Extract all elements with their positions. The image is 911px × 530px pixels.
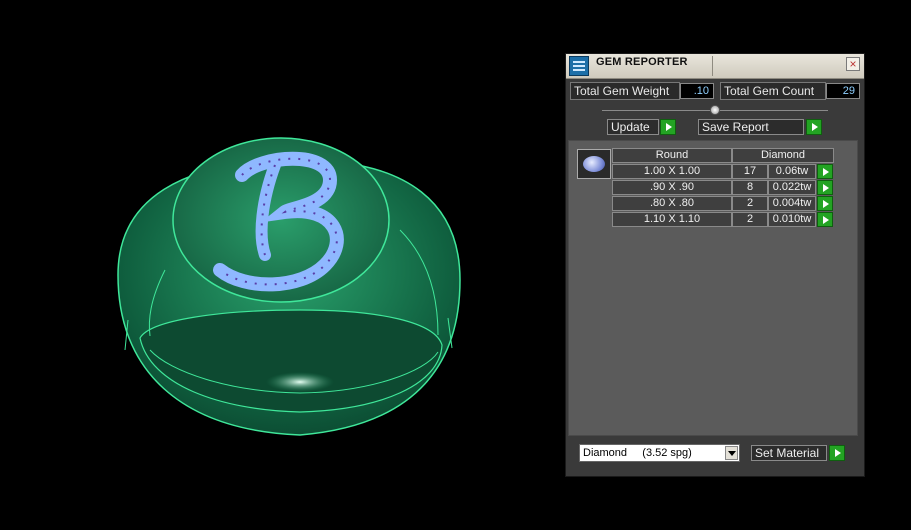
row-2-weight: 0.022tw [768, 180, 816, 195]
update-arrow-icon[interactable] [660, 119, 676, 135]
3d-viewport[interactable] [0, 0, 560, 525]
material-dropdown-value: Diamond (3.52 spg) [583, 447, 692, 459]
save-report-arrow-icon[interactable] [806, 119, 822, 135]
update-button[interactable]: Update [607, 119, 659, 135]
gem-reporter-icon [569, 56, 589, 76]
round-gem-icon[interactable] [577, 149, 611, 179]
gem-list-area: Round Diamond 1.00 X 1.00 17 0.06tw .90 … [568, 140, 858, 436]
row-4-size: 1.10 X 1.10 [612, 212, 732, 227]
row-3-count: 2 [732, 196, 768, 211]
material-dropdown[interactable]: Diamond (3.52 spg) [579, 444, 740, 462]
panel-splitter-handle[interactable] [710, 105, 720, 115]
panel-title: GEM REPORTER [596, 56, 688, 68]
row-4-count: 2 [732, 212, 768, 227]
row-4-weight: 0.010tw [768, 212, 816, 227]
row-3-arrow-icon[interactable] [817, 196, 833, 211]
close-icon[interactable]: × [846, 57, 860, 71]
row-2-arrow-icon[interactable] [817, 180, 833, 195]
row-1-size: 1.00 X 1.00 [612, 164, 732, 179]
total-gem-weight-label: Total Gem Weight [570, 82, 680, 100]
save-report-button[interactable]: Save Report [698, 119, 804, 135]
set-material-arrow-icon[interactable] [829, 445, 845, 461]
title-bar[interactable]: GEM REPORTER × [566, 54, 864, 79]
row-2-count: 8 [732, 180, 768, 195]
shape-header: Round [612, 148, 732, 163]
total-gem-weight-field: .10 [680, 83, 714, 99]
gem-reporter-panel: GEM REPORTER × Total Gem Weight .10 Tota… [565, 53, 865, 477]
title-separator [712, 56, 713, 76]
total-gem-count-label: Total Gem Count [720, 82, 826, 100]
set-material-button[interactable]: Set Material [751, 445, 827, 461]
row-2-size: .90 X .90 [612, 180, 732, 195]
row-3-weight: 0.004tw [768, 196, 816, 211]
row-1-arrow-icon[interactable] [817, 164, 833, 179]
ring-render [117, 137, 461, 436]
row-1-weight: 0.06tw [768, 164, 816, 179]
row-1-count: 17 [732, 164, 768, 179]
material-header: Diamond [732, 148, 834, 163]
row-4-arrow-icon[interactable] [817, 212, 833, 227]
total-gem-count-field: 29 [826, 83, 860, 99]
row-3-size: .80 X .80 [612, 196, 732, 211]
dropdown-arrow-icon[interactable] [725, 446, 738, 460]
